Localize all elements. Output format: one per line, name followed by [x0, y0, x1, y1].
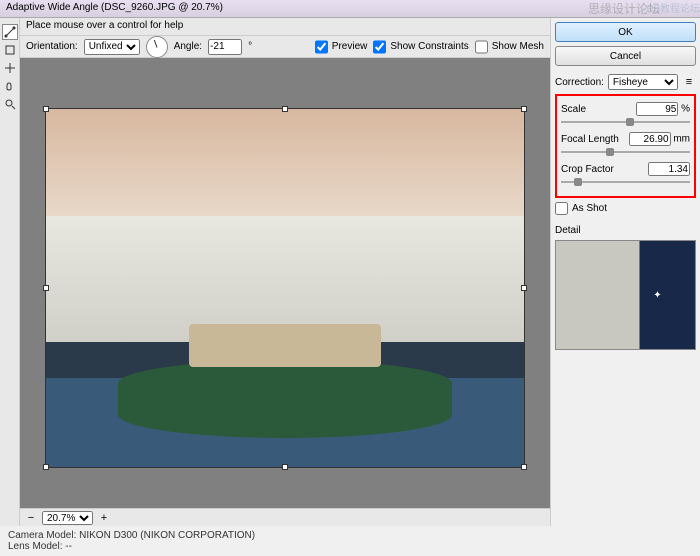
- crop-handle[interactable]: [43, 285, 49, 291]
- detail-label: Detail: [555, 225, 581, 236]
- crop-handle[interactable]: [521, 285, 527, 291]
- show-mesh-checkbox[interactable]: Show Mesh: [475, 39, 544, 55]
- zoom-select[interactable]: 20.7%: [42, 511, 93, 525]
- crop-handle[interactable]: [43, 106, 49, 112]
- polygon-tool-icon[interactable]: [2, 42, 18, 58]
- correction-label: Correction:: [555, 77, 604, 88]
- focal-input[interactable]: [629, 132, 671, 146]
- lens-model-label: Lens Model:: [8, 541, 62, 552]
- camera-model-value: NIKON D300 (NIKON CORPORATION): [79, 530, 255, 541]
- camera-model-label: Camera Model:: [8, 530, 76, 541]
- right-panel: OK Cancel Correction: Fisheye ≡ Scale % …: [550, 18, 700, 526]
- ok-button[interactable]: OK: [555, 22, 696, 42]
- crop-label: Crop Factor: [561, 164, 614, 175]
- panel-menu-icon[interactable]: ≡: [682, 75, 696, 89]
- as-shot-checkbox[interactable]: As Shot: [555, 202, 696, 215]
- help-bar: Place mouse over a control for help: [20, 18, 550, 36]
- crop-handle[interactable]: [521, 106, 527, 112]
- hand-tool-icon[interactable]: [2, 78, 18, 94]
- help-hint: Place mouse over a control for help: [26, 20, 183, 31]
- image-preview[interactable]: [45, 108, 525, 468]
- focal-slider[interactable]: [561, 148, 690, 156]
- scale-label: Scale: [561, 104, 586, 115]
- scale-slider[interactable]: [561, 118, 690, 126]
- focal-label: Focal Length: [561, 134, 619, 145]
- crop-handle[interactable]: [43, 464, 49, 470]
- tool-column: [0, 18, 20, 526]
- crop-slider[interactable]: [561, 178, 690, 186]
- status-bar: − 20.7% +: [20, 508, 550, 526]
- detail-preview[interactable]: [555, 240, 696, 350]
- angle-dial[interactable]: [146, 36, 168, 58]
- lens-model-value: --: [65, 541, 72, 552]
- crop-handle[interactable]: [282, 464, 288, 470]
- angle-input[interactable]: [208, 39, 242, 55]
- orientation-label: Orientation:: [26, 41, 78, 52]
- footer: Camera Model: NIKON D300 (NIKON CORPORAT…: [0, 526, 700, 556]
- watermark-2: PS教程论坛: [647, 0, 700, 15]
- crop-input[interactable]: [648, 162, 690, 176]
- angle-label: Angle:: [174, 41, 202, 52]
- scale-input[interactable]: [636, 102, 678, 116]
- zoom-out-icon[interactable]: −: [24, 511, 38, 525]
- crop-handle[interactable]: [521, 464, 527, 470]
- zoom-in-icon[interactable]: +: [97, 511, 111, 525]
- orientation-select[interactable]: Unfixed: [84, 39, 140, 55]
- preview-checkbox[interactable]: Preview: [315, 39, 368, 55]
- correction-select[interactable]: Fisheye: [608, 74, 678, 90]
- move-tool-icon[interactable]: [2, 60, 18, 76]
- window-title: Adaptive Wide Angle (DSC_9260.JPG @ 20.7…: [6, 2, 223, 13]
- show-constraints-checkbox[interactable]: Show Constraints: [373, 39, 468, 55]
- crop-handle[interactable]: [282, 106, 288, 112]
- canvas-area[interactable]: [20, 58, 550, 508]
- window-titlebar: Adaptive Wide Angle (DSC_9260.JPG @ 20.7…: [0, 0, 700, 18]
- constraint-tool-icon[interactable]: [2, 24, 18, 40]
- param-group-highlight: Scale % Focal Length mm Crop Factor: [555, 94, 696, 198]
- zoom-tool-icon[interactable]: [2, 96, 18, 112]
- options-bar: Orientation: Unfixed Angle: ° Preview Sh…: [20, 36, 550, 58]
- cancel-button[interactable]: Cancel: [555, 46, 696, 66]
